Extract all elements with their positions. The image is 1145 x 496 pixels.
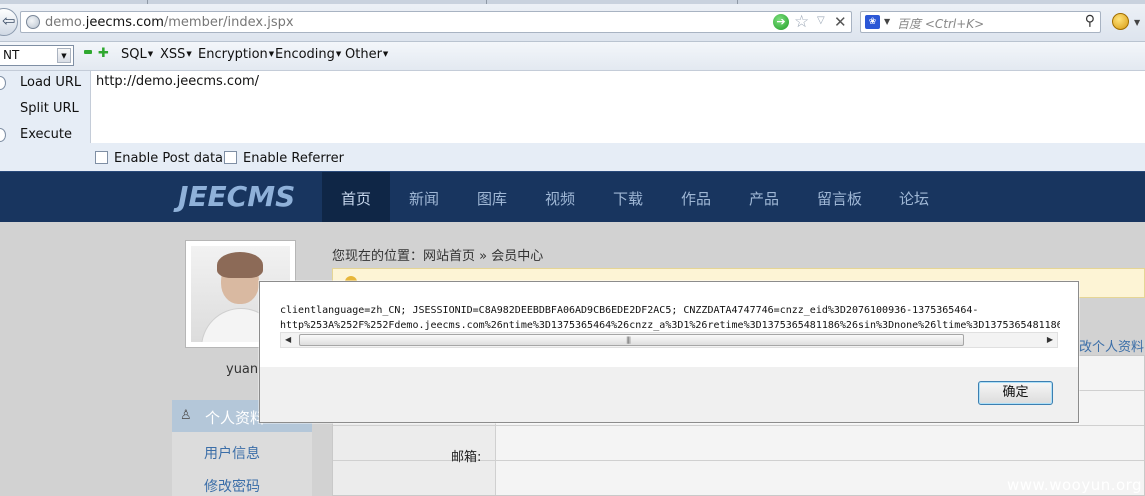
search-engine-dropdown-icon[interactable]: ▼: [884, 17, 890, 26]
hackbar-toolbar: NT ▼ ✚ SQL▼ XSS▼ Encryption▼ Encoding▼ O…: [0, 42, 1145, 71]
address-bar[interactable]: demo.jeecms.com/member/index.jspx ➔ ☆ ▽ …: [20, 11, 852, 33]
alert-dialog: clientlanguage=zh_CN; JSESSIONID=C8A982D…: [259, 281, 1079, 423]
site-logo[interactable]: JEECMS: [178, 180, 295, 213]
history-dropdown-icon[interactable]: ▽: [817, 15, 825, 26]
breadcrumb: 您现在的位置：网站首页 » 会员中心: [332, 249, 544, 264]
baidu-paw-icon[interactable]: ❀: [865, 15, 880, 29]
nav-forum[interactable]: 论坛: [899, 188, 929, 209]
nav-download[interactable]: 下载: [613, 188, 643, 209]
menu-xss[interactable]: XSS▼: [160, 47, 192, 62]
nav-guestbook[interactable]: 留言板: [817, 188, 862, 209]
tab-strip-edge: [0, 0, 1145, 4]
breadcrumb-home-link[interactable]: 网站首页: [423, 249, 475, 264]
site-identity-icon[interactable]: [26, 15, 40, 29]
ok-button[interactable]: 确定: [978, 381, 1053, 405]
hackbar-panel: Load URL Split URL Execute http://demo.j…: [0, 71, 1145, 171]
search-bar[interactable]: ❀ ▼ 百度 <Ctrl+K> ⚲: [860, 11, 1101, 33]
menu-sql[interactable]: SQL▼: [121, 47, 153, 62]
bookmark-star-icon[interactable]: ☆: [794, 12, 809, 32]
back-arrow-icon: ⇦: [2, 11, 16, 30]
horizontal-scrollbar[interactable]: ◀ ||| ▶: [280, 332, 1058, 348]
username: yuan: [226, 362, 259, 377]
hackbar-type-select[interactable]: NT ▼: [0, 45, 74, 66]
increase-icon[interactable]: ✚: [98, 46, 109, 61]
enable-referrer-checkbox[interactable]: Enable Referrer: [224, 151, 344, 166]
search-icon[interactable]: ⚲: [1085, 13, 1095, 29]
menu-encoding[interactable]: Encoding▼: [275, 47, 341, 62]
search-input[interactable]: 百度 <Ctrl+K>: [897, 15, 984, 32]
nav-news[interactable]: 新闻: [409, 188, 439, 209]
address-bar-url[interactable]: demo.jeecms.com/member/index.jspx: [45, 15, 294, 30]
back-button[interactable]: ⇦: [0, 8, 18, 36]
decrease-icon[interactable]: [84, 50, 92, 54]
menu-other[interactable]: Other▼: [345, 47, 388, 62]
nav-video[interactable]: 视频: [545, 188, 575, 209]
browser-toolbar: ⇦ demo.jeecms.com/member/index.jspx ➔ ☆ …: [0, 0, 1145, 42]
go-icon[interactable]: ➔: [773, 14, 789, 30]
scroll-left-icon[interactable]: ◀: [285, 335, 291, 344]
nav-gallery[interactable]: 图库: [477, 188, 507, 209]
cookie-message[interactable]: clientlanguage=zh_CN; JSESSIONID=C8A982D…: [280, 303, 1060, 333]
extension-smiley-icon[interactable]: [1112, 13, 1129, 30]
email-label: 邮箱:: [451, 450, 482, 465]
nav-products[interactable]: 产品: [749, 188, 779, 209]
extension-dropdown-icon[interactable]: ▼: [1134, 18, 1140, 27]
load-url-icon: [0, 76, 6, 90]
sidebar-item-user-info[interactable]: 用户信息: [204, 443, 260, 463]
edit-profile-link[interactable]: 改个人资料: [1079, 336, 1144, 355]
user-profile-icon: ♙: [180, 408, 192, 423]
sidebar-item-change-password[interactable]: 修改密码: [204, 476, 260, 496]
menu-encryption[interactable]: Encryption▼: [198, 47, 274, 62]
dialog-message-area: clientlanguage=zh_CN; JSESSIONID=C8A982D…: [260, 282, 1078, 367]
enable-post-data-checkbox[interactable]: Enable Post data: [95, 151, 223, 166]
execute-icon: [0, 128, 6, 142]
hackbar-select-value: NT: [3, 48, 20, 62]
hackbar-url-input[interactable]: http://demo.jeecms.com/: [90, 71, 1145, 143]
stop-icon[interactable]: ✕: [834, 13, 847, 31]
scrollbar-thumb[interactable]: |||: [299, 334, 964, 346]
scroll-right-icon[interactable]: ▶: [1047, 335, 1053, 344]
nav-home[interactable]: 首页: [341, 188, 371, 209]
select-dropdown-icon[interactable]: ▼: [57, 48, 71, 63]
site-nav: JEECMS 首页 新闻 图库 视频 下载 作品 产品 留言板 论坛: [0, 171, 1145, 223]
nav-works[interactable]: 作品: [681, 188, 711, 209]
watermark: www.wooyun.org: [1007, 476, 1143, 494]
